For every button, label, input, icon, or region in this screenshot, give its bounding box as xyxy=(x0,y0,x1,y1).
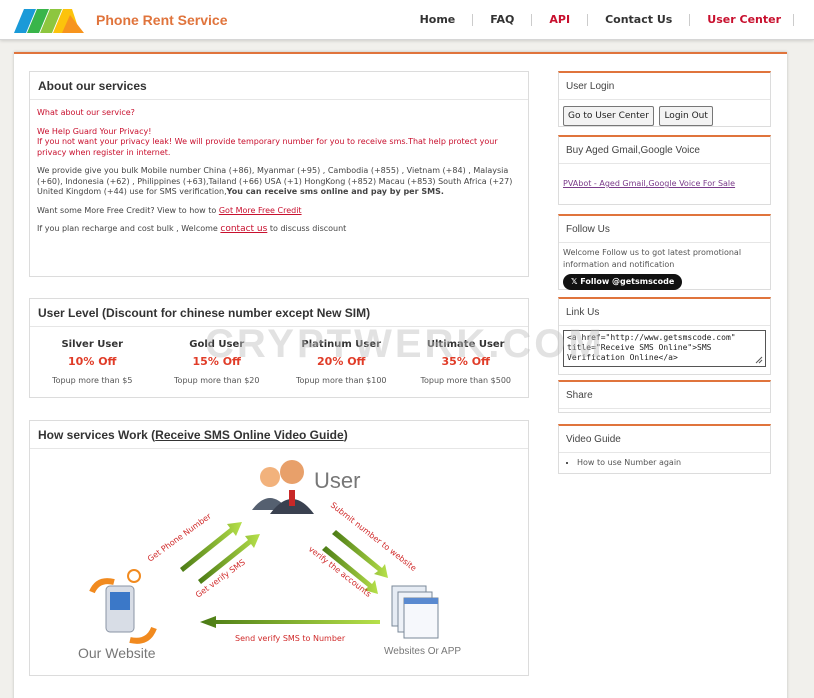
share-title: Share xyxy=(559,382,770,409)
main-nav: Home FAQ API Contact Us User Center xyxy=(403,0,794,40)
x-follow-label: Follow @getsmscode xyxy=(580,277,675,286)
how-title-suffix: ) xyxy=(343,428,348,442)
websites-app-label: Websites Or APP xyxy=(384,646,461,657)
follow-text: Welcome Follow us to got latest promotio… xyxy=(563,248,742,269)
follow-us-title: Follow Us xyxy=(559,216,770,243)
level-topup: Topup more than $5 xyxy=(52,376,133,385)
site-header: Phone Rent Service Home FAQ API Contact … xyxy=(0,0,814,40)
logout-button[interactable]: Login Out xyxy=(659,106,713,126)
resize-handle-icon[interactable] xyxy=(755,356,763,364)
user-login-title: User Login xyxy=(559,73,770,100)
free-credit-link[interactable]: Got More Free Credit xyxy=(219,206,302,215)
level-topup: Topup more than $20 xyxy=(174,376,260,385)
watermark: CRYPTWERK.COM xyxy=(205,322,605,366)
credit-text: Want some More Free Credit? View to how … xyxy=(37,205,217,215)
provide-paragraph: We provide give you bulk Mobile number C… xyxy=(37,166,521,198)
video-guide-item[interactable]: How to use Number again xyxy=(577,458,764,467)
user-label: User xyxy=(314,468,360,493)
level-topup: Topup more than $500 xyxy=(420,376,512,385)
recharge-text: If you plan recharge and cost bulk , Wel… xyxy=(37,224,218,233)
pvabot-link[interactable]: PVAbot - Aged Gmail,Google Voice For Sal… xyxy=(563,179,735,188)
user-login-panel: User Login Go to User Center Login Out xyxy=(558,71,771,127)
video-guide-link[interactable]: Receive SMS Online Video Guide xyxy=(155,428,344,442)
aged-gmail-panel: Buy Aged Gmail,Google Voice PVAbot - Age… xyxy=(558,135,771,205)
how-title-prefix: How services Work ( xyxy=(38,428,156,442)
send-verify-label: Send verify SMS to Number xyxy=(235,634,346,643)
follow-us-panel: Follow Us Welcome Follow us to got lates… xyxy=(558,214,771,290)
x-logo-icon: 𝕏 xyxy=(571,277,581,286)
phone-icon xyxy=(89,569,157,644)
about-panel: About our services What about our servic… xyxy=(29,71,529,277)
arrow-send-verify xyxy=(200,616,380,628)
content-wrapper: About our services What about our servic… xyxy=(14,52,787,698)
about-title: About our services xyxy=(30,72,528,100)
level-discount: 10% Off xyxy=(68,355,117,368)
about-question: What about our service? xyxy=(37,108,135,117)
how-it-works-panel: How services Work (Receive SMS Online Vi… xyxy=(29,420,529,676)
level-topup: Topup more than $100 xyxy=(295,376,387,385)
logo-icon[interactable] xyxy=(14,7,84,34)
websites-icon xyxy=(391,585,439,639)
level-name: Silver User xyxy=(61,339,124,350)
provide-bold: You can receive sms online and pay by pe… xyxy=(226,187,444,196)
privacy-text: If you not want your privacy leak! We wi… xyxy=(37,137,498,157)
user-center-button[interactable]: Go to User Center xyxy=(563,106,654,126)
x-follow-button[interactable]: 𝕏 Follow @getsmscode xyxy=(563,274,683,290)
privacy-heading: We Help Guard Your Privacy! xyxy=(37,126,152,136)
brand-name[interactable]: Phone Rent Service xyxy=(96,12,228,28)
user-icon xyxy=(252,460,314,514)
contact-us-link[interactable]: contact us xyxy=(220,224,267,234)
nav-contact[interactable]: Contact Us xyxy=(588,14,691,26)
level-silver: Silver User 10% Off Topup more than $5 xyxy=(30,339,155,385)
how-it-works-diagram: User Get Phone Number Get verify SMS Sub… xyxy=(78,460,461,661)
nav-user-center[interactable]: User Center xyxy=(690,14,794,26)
aged-gmail-title: Buy Aged Gmail,Google Voice xyxy=(559,137,770,164)
credit-paragraph: Want some More Free Credit? View to how … xyxy=(37,206,521,217)
nav-api[interactable]: API xyxy=(532,14,589,26)
how-title: How services Work (Receive SMS Online Vi… xyxy=(30,421,528,449)
recharge-tail: to discuss discount xyxy=(269,224,347,233)
video-guide-item-label: How to use Number again xyxy=(577,458,682,467)
recharge-paragraph: If you plan recharge and cost bulk , Wel… xyxy=(37,224,521,235)
nav-faq[interactable]: FAQ xyxy=(473,14,533,26)
video-guide-panel: Video Guide How to use Number again xyxy=(558,424,771,474)
video-guide-title: Video Guide xyxy=(559,426,770,453)
our-website-label: Our Website xyxy=(78,645,156,661)
share-panel: Share xyxy=(558,380,771,413)
nav-home[interactable]: Home xyxy=(403,14,474,26)
